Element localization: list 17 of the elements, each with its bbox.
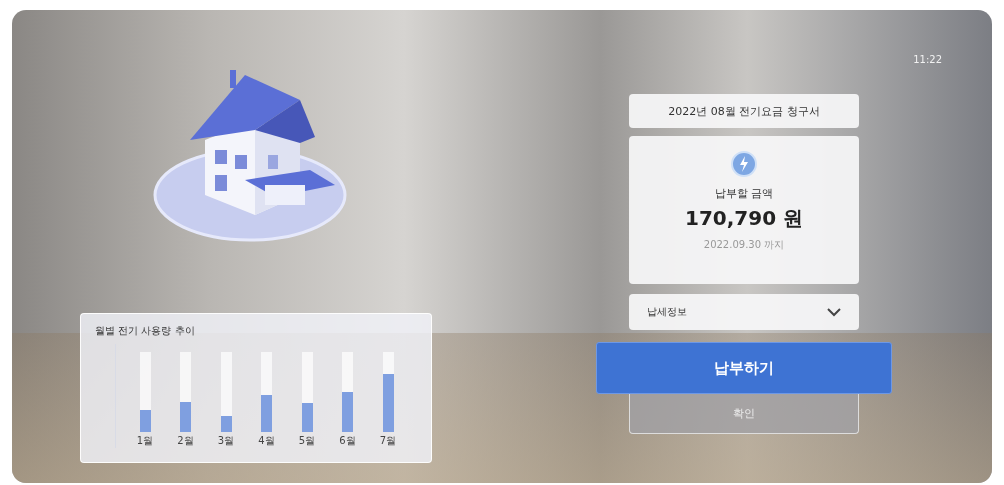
month-label: 1월 <box>136 434 154 448</box>
month-label: 2월 <box>177 434 194 448</box>
clock-time: 11:22 <box>913 54 942 67</box>
bill-title: 2022년 08월 전기요금 청구서 <box>629 94 859 128</box>
chevron-icon <box>827 307 841 317</box>
chart-title: 월별 전기 사용량 추이 <box>95 324 196 338</box>
month-label: 5월 <box>298 434 316 448</box>
due-date: 2022.09.30 까지 <box>703 238 785 252</box>
month-label: 6월 <box>339 434 356 448</box>
info-dropdown[interactable]: 납세정보 <box>629 294 859 330</box>
lightning-icon <box>730 150 758 178</box>
month-label: 4월 <box>258 434 275 448</box>
amount-label: 납부할 금액 <box>714 186 774 201</box>
month-label: 3월 <box>217 434 235 448</box>
month-label: 7월 <box>379 434 397 448</box>
amount-value: 170,790 원 <box>684 205 804 232</box>
pay-button[interactable]: 납부하기 <box>596 342 892 394</box>
